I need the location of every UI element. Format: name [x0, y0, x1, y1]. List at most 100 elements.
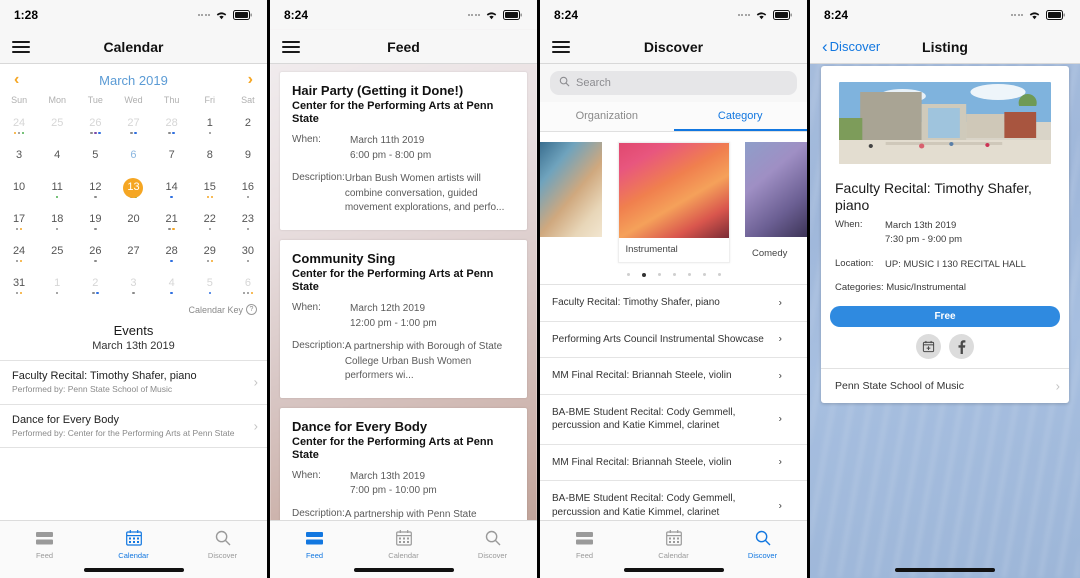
- calendar-key[interactable]: Calendar Key ?: [0, 302, 267, 321]
- calendar-add-icon[interactable]: [916, 334, 941, 360]
- prev-month-button[interactable]: ‹: [14, 72, 19, 88]
- calendar-day[interactable]: 11: [38, 174, 76, 206]
- discover-list-item[interactable]: Performing Arts Council Instrumental Sho…: [540, 322, 807, 358]
- calendar-day[interactable]: 15: [191, 174, 229, 206]
- hamburger-icon[interactable]: [282, 40, 300, 53]
- hamburger-icon[interactable]: [12, 40, 30, 53]
- organizer-link[interactable]: Penn State School of Music ›: [821, 369, 1069, 403]
- calendar-day[interactable]: 26: [76, 110, 114, 142]
- calendar-day[interactable]: 14: [153, 174, 191, 206]
- tab-discover[interactable]: Discover: [718, 521, 807, 578]
- calendar-day[interactable]: 16: [229, 174, 267, 206]
- event-list-item[interactable]: Dance for Every Body Performed by: Center…: [0, 405, 267, 449]
- event-title: Dance for Every Body: [12, 413, 119, 426]
- calendar-day[interactable]: 27: [114, 238, 152, 270]
- calendar-day[interactable]: 31: [0, 270, 38, 302]
- carousel-page-dot[interactable]: [717, 273, 721, 276]
- calendar-day[interactable]: 9: [229, 142, 267, 174]
- calendar-day[interactable]: 8: [191, 142, 229, 174]
- carousel-card-next[interactable]: Comedy: [745, 142, 807, 267]
- event-dots: [130, 131, 137, 135]
- carousel-page-dot[interactable]: [641, 273, 646, 277]
- day-number: 1: [54, 276, 61, 289]
- carousel-page-dot[interactable]: [687, 273, 691, 276]
- calendar-day[interactable]: 24: [0, 110, 38, 142]
- calendar-day[interactable]: 25: [38, 238, 76, 270]
- segment-tab-category[interactable]: Category: [673, 102, 807, 131]
- carousel-page-dot[interactable]: [702, 273, 706, 276]
- carousel-card-prev[interactable]: [540, 142, 602, 265]
- page-title: Calendar: [103, 38, 164, 55]
- calendar-day[interactable]: 27: [114, 110, 152, 142]
- tab-feed[interactable]: Feed: [540, 521, 629, 578]
- calendar-day[interactable]: 2: [76, 270, 114, 302]
- wifi-icon: [485, 10, 498, 20]
- calendar-day[interactable]: 28: [153, 238, 191, 270]
- day-number: 15: [203, 180, 216, 193]
- calendar-day[interactable]: 24: [0, 238, 38, 270]
- calendar-day[interactable]: 29: [191, 238, 229, 270]
- tab-discover[interactable]: Discover: [448, 521, 537, 578]
- calendar-day[interactable]: 22: [191, 206, 229, 238]
- calendar-day[interactable]: 17: [0, 206, 38, 238]
- card-date: March 12th 2019: [350, 303, 426, 315]
- tab-discover[interactable]: Discover: [178, 521, 267, 578]
- calendar-day[interactable]: 7: [153, 142, 191, 174]
- hamburger-icon[interactable]: [552, 40, 570, 53]
- price-button[interactable]: Free: [830, 306, 1060, 328]
- calendar-day[interactable]: 5: [76, 142, 114, 174]
- home-indicator: [623, 568, 724, 572]
- calendar-day[interactable]: 4: [153, 270, 191, 302]
- calendar-day[interactable]: 3: [114, 270, 152, 302]
- feed-card[interactable]: Dance for Every Body Center for the Perfo…: [280, 407, 527, 520]
- calendar-day[interactable]: 5: [191, 270, 229, 302]
- calendar-day[interactable]: 21: [153, 206, 191, 238]
- next-month-button[interactable]: ›: [248, 72, 253, 88]
- event-list-item[interactable]: Faculty Recital: Timothy Shafer, piano Pe…: [0, 361, 267, 405]
- calendar-day[interactable]: 6: [229, 270, 267, 302]
- discover-list-item[interactable]: Faculty Recital: Timothy Shafer, piano ›: [540, 285, 807, 322]
- card-description: A partnership with Penn State: [344, 508, 477, 520]
- calendar-day[interactable]: 6: [114, 142, 152, 174]
- carousel-card-active[interactable]: Instrumental: [617, 142, 730, 263]
- carousel-page-dot[interactable]: [672, 273, 676, 276]
- tab-feed[interactable]: Feed: [270, 521, 359, 578]
- calendar-day[interactable]: 30: [229, 238, 267, 270]
- facebook-icon[interactable]: [949, 334, 974, 360]
- segment-tab-organization[interactable]: Organization: [540, 102, 674, 131]
- calendar-day[interactable]: 4: [38, 142, 76, 174]
- calendar-day[interactable]: 1: [38, 270, 76, 302]
- search-input[interactable]: Search: [550, 71, 797, 95]
- discover-list-item[interactable]: BA-BME Student Recital: Cody Gemmell, pe…: [540, 395, 807, 445]
- category-carousel[interactable]: Instrumental Comedy: [540, 132, 807, 267]
- status-bar: 8:24: [810, 0, 1080, 30]
- discover-item-label: MM Final Recital: Briannah Steele, violi…: [552, 456, 732, 468]
- calendar-day[interactable]: 25: [38, 110, 76, 142]
- feed-icon: [36, 529, 53, 547]
- calendar-day[interactable]: 12: [76, 174, 114, 206]
- discover-list-item[interactable]: MM Final Recital: Briannah Steele, violi…: [540, 358, 807, 395]
- calendar-day[interactable]: 18: [38, 206, 76, 238]
- feed-card[interactable]: Hair Party (Getting it Done!) Center for …: [280, 72, 527, 230]
- help-icon[interactable]: ?: [246, 304, 257, 315]
- nav-bar: Calendar: [0, 30, 267, 64]
- calendar-day[interactable]: 3: [0, 142, 38, 174]
- carousel-page-dots[interactable]: [540, 267, 807, 285]
- carousel-page-dot[interactable]: [626, 273, 630, 276]
- calendar-day[interactable]: 1: [191, 110, 229, 142]
- back-button[interactable]: ‹ Discover: [822, 38, 880, 55]
- calendar-day[interactable]: 23: [229, 206, 267, 238]
- calendar-day-selected[interactable]: 13: [114, 174, 152, 206]
- calendar-day[interactable]: 19: [76, 206, 114, 238]
- calendar-day[interactable]: 20: [114, 206, 152, 238]
- discover-list-item[interactable]: MM Final Recital: Briannah Steele, violi…: [540, 445, 807, 481]
- feed-list[interactable]: Hair Party (Getting it Done!) Center for …: [270, 64, 537, 520]
- calendar-day[interactable]: 2: [229, 110, 267, 142]
- carousel-page-dot[interactable]: [657, 273, 661, 276]
- tab-feed[interactable]: Feed: [0, 521, 89, 578]
- calendar-day[interactable]: 28: [153, 110, 191, 142]
- feed-card[interactable]: Community Sing Center for the Performing …: [280, 239, 527, 398]
- calendar-day[interactable]: 26: [76, 238, 114, 270]
- calendar-day[interactable]: 10: [0, 174, 38, 206]
- card-description: A partnership with Borough of State Coll…: [344, 341, 503, 382]
